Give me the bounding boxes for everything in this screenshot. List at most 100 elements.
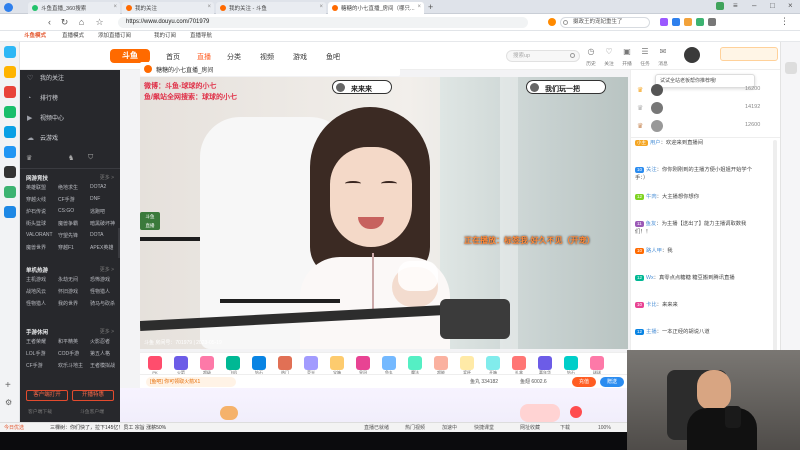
chat-message[interactable]: 小主 用户：欢迎来到直播间 [635,140,761,148]
chat-nickname[interactable]: 卡比 [646,302,657,308]
category-link[interactable]: 魔兽争霸 [58,220,78,227]
category-link[interactable]: 逃跑吧 [90,208,105,215]
extension-icon[interactable] [696,18,704,26]
gift-item[interactable]: 礼盒 [512,356,526,375]
nav-live[interactable]: 直播 [197,52,211,62]
category-link[interactable]: CF手游 [58,196,75,203]
category-link[interactable]: 王者模拟战 [90,362,115,369]
category-link[interactable]: 怪物猎人 [26,300,46,307]
chat-message[interactable]: 10 关注：你你刚刚到的主播方便小姐姐开始学个手：） [635,167,761,182]
game-icon[interactable]: ♞ [68,154,74,162]
gift-item[interactable]: 超能 [434,356,448,375]
sidebar-item-cloudgame[interactable]: ☁ 云游戏 [20,130,120,148]
app-icon[interactable] [4,206,16,218]
bookmark-item[interactable]: 斗鱼模式 [24,31,46,42]
activity-icon[interactable] [220,406,238,420]
settings-icon[interactable]: ⚙ [5,398,12,407]
history-icon[interactable]: ◷ [584,47,598,56]
chat-message[interactable]: 10 路人甲：我 [635,248,761,256]
category-link[interactable]: 守望先锋 [58,232,78,239]
nav-category[interactable]: 分类 [227,52,241,62]
sidebar-item-rank[interactable]: ◔ 排行榜 [20,90,120,108]
app-icon[interactable] [4,146,16,158]
gift-item[interactable]: 开箱 [486,356,500,375]
tool-icon[interactable] [785,62,797,74]
douyu-logo[interactable]: 斗鱼 [110,49,150,63]
gift-item[interactable]: 皇冠 [356,356,370,375]
chat-message[interactable]: 12 Wx：真零点点糖糖 糖豆搬到腾讯直播 [635,275,761,283]
side-badge[interactable]: 斗鱼 直播 [140,212,160,230]
follow-icon[interactable]: ♡ [602,47,616,56]
nav-home[interactable]: 首页 [166,52,180,62]
category-link[interactable]: 绝地求生 [58,184,78,191]
chat-nickname[interactable]: 关注 [646,167,657,173]
extension-icon[interactable] [548,18,556,26]
close-icon[interactable]: × [113,4,117,10]
category-link[interactable]: 恐怖游戏 [90,276,110,283]
url-input[interactable]: https://www.douyu.com/701979 [118,17,528,28]
footer-link[interactable]: 斗鱼客户端 [80,408,104,415]
category-link[interactable]: 第五人格 [90,350,110,357]
category-link[interactable]: DOTA [90,232,104,238]
gift-item[interactable]: 魔法 [408,356,422,375]
category-link[interactable]: 永劫无间 [58,276,78,283]
category-link[interactable]: 怪物猎人 [90,288,110,295]
nav-fishbar[interactable]: 鱼吧 [326,52,340,62]
send-button[interactable]: 赠送 [600,377,624,387]
broadcast-icon[interactable]: ▣ [620,47,634,56]
tab-2[interactable]: 我的关注 × [122,2,214,14]
category-link[interactable]: CS:GO [58,208,74,214]
star-icon[interactable]: ☆ [94,17,105,28]
gift-item[interactable]: 热门 [278,356,292,375]
category-link[interactable]: 火影忍者 [90,338,110,345]
chat-nickname[interactable]: Wx [646,275,654,281]
tab-1[interactable]: 斗鱼直播_360搜索 × [28,2,120,14]
bookmark-item[interactable]: 添加直播订阅 [98,31,131,42]
task-icon[interactable]: ☰ [638,47,652,56]
category-link[interactable]: 暗黑破坏神 [90,220,115,227]
category-link[interactable]: 骑马与砍杀 [90,300,115,307]
bookmark-item[interactable]: 直播导航 [190,31,212,42]
anchor-avatar[interactable] [144,65,152,73]
chat-nickname[interactable]: 主播 [646,329,657,335]
gift-item[interactable]: 火箭 [174,356,188,375]
add-app-icon[interactable]: + [5,380,11,391]
back-icon[interactable]: ‹ [44,17,55,28]
category-link[interactable]: 王者荣耀 [26,338,46,345]
category-link[interactable]: 我的世界 [58,300,78,307]
client-open-button[interactable]: 客户端打开 [26,390,68,401]
category-link[interactable]: 和平精英 [58,338,78,345]
category-link[interactable]: 战地风云 [26,288,46,295]
trophy-icon[interactable]: ♛ [26,154,32,162]
chat-message[interactable]: 12 牛肉：大主播想你想你 [635,194,761,202]
chat-nickname[interactable]: 用户 [650,140,661,146]
category-link[interactable]: 怀旧游戏 [58,288,78,295]
category-link[interactable]: 魔兽世界 [26,244,46,251]
video-player[interactable]: 微博：斗鱼-球球的小七 鱼/飙站全网搜索：球球的小七 来来来 我们玩一把 斗鱼直… [140,77,628,349]
chat-message[interactable]: 11 鱼友：为主播【送出了】能力主播调取数我们！！ [635,221,761,236]
category-link[interactable]: 穿越F1 [58,244,74,251]
category-link[interactable]: CF手游 [26,362,43,369]
maximize-icon[interactable]: □ [770,1,775,10]
gift-item[interactable]: 嘉年华 [538,356,552,375]
message-icon[interactable]: ✉ [656,47,670,56]
sidebar-item-video[interactable]: ▶ 视频中心 [20,110,120,128]
refresh-icon[interactable]: ↻ [59,17,70,28]
app-icon[interactable] [4,186,16,198]
tab-active[interactable]: 糖糖的小七直播_房间（哪只... × [328,2,424,14]
category-link[interactable]: APEX英雄 [90,244,113,251]
close-icon[interactable]: × [207,4,211,10]
gift-item[interactable]: 钻石 [252,356,266,375]
gift-item[interactable]: 超级 [200,356,214,375]
site-search-input[interactable]: 搜索up [506,50,580,62]
gift-item[interactable]: 鱼丸 [382,356,396,375]
browser-search-input[interactable]: 摄政王的宠妃重生了 [560,17,650,28]
promo-text[interactable]: [鱼吧] 你可领取火箭X1 [146,377,236,387]
start-broadcast-button[interactable]: 开播特惠 [72,390,114,401]
home-icon[interactable]: ⌂ [76,17,87,28]
footer-link[interactable]: 客户端下载 [28,408,52,415]
bookmark-item[interactable]: 直播模式 [62,31,84,42]
extension-icon[interactable] [672,18,680,26]
rank-row[interactable]: ♛ 14192 [635,101,777,117]
gift-item[interactable]: 奖杯 [460,356,474,375]
